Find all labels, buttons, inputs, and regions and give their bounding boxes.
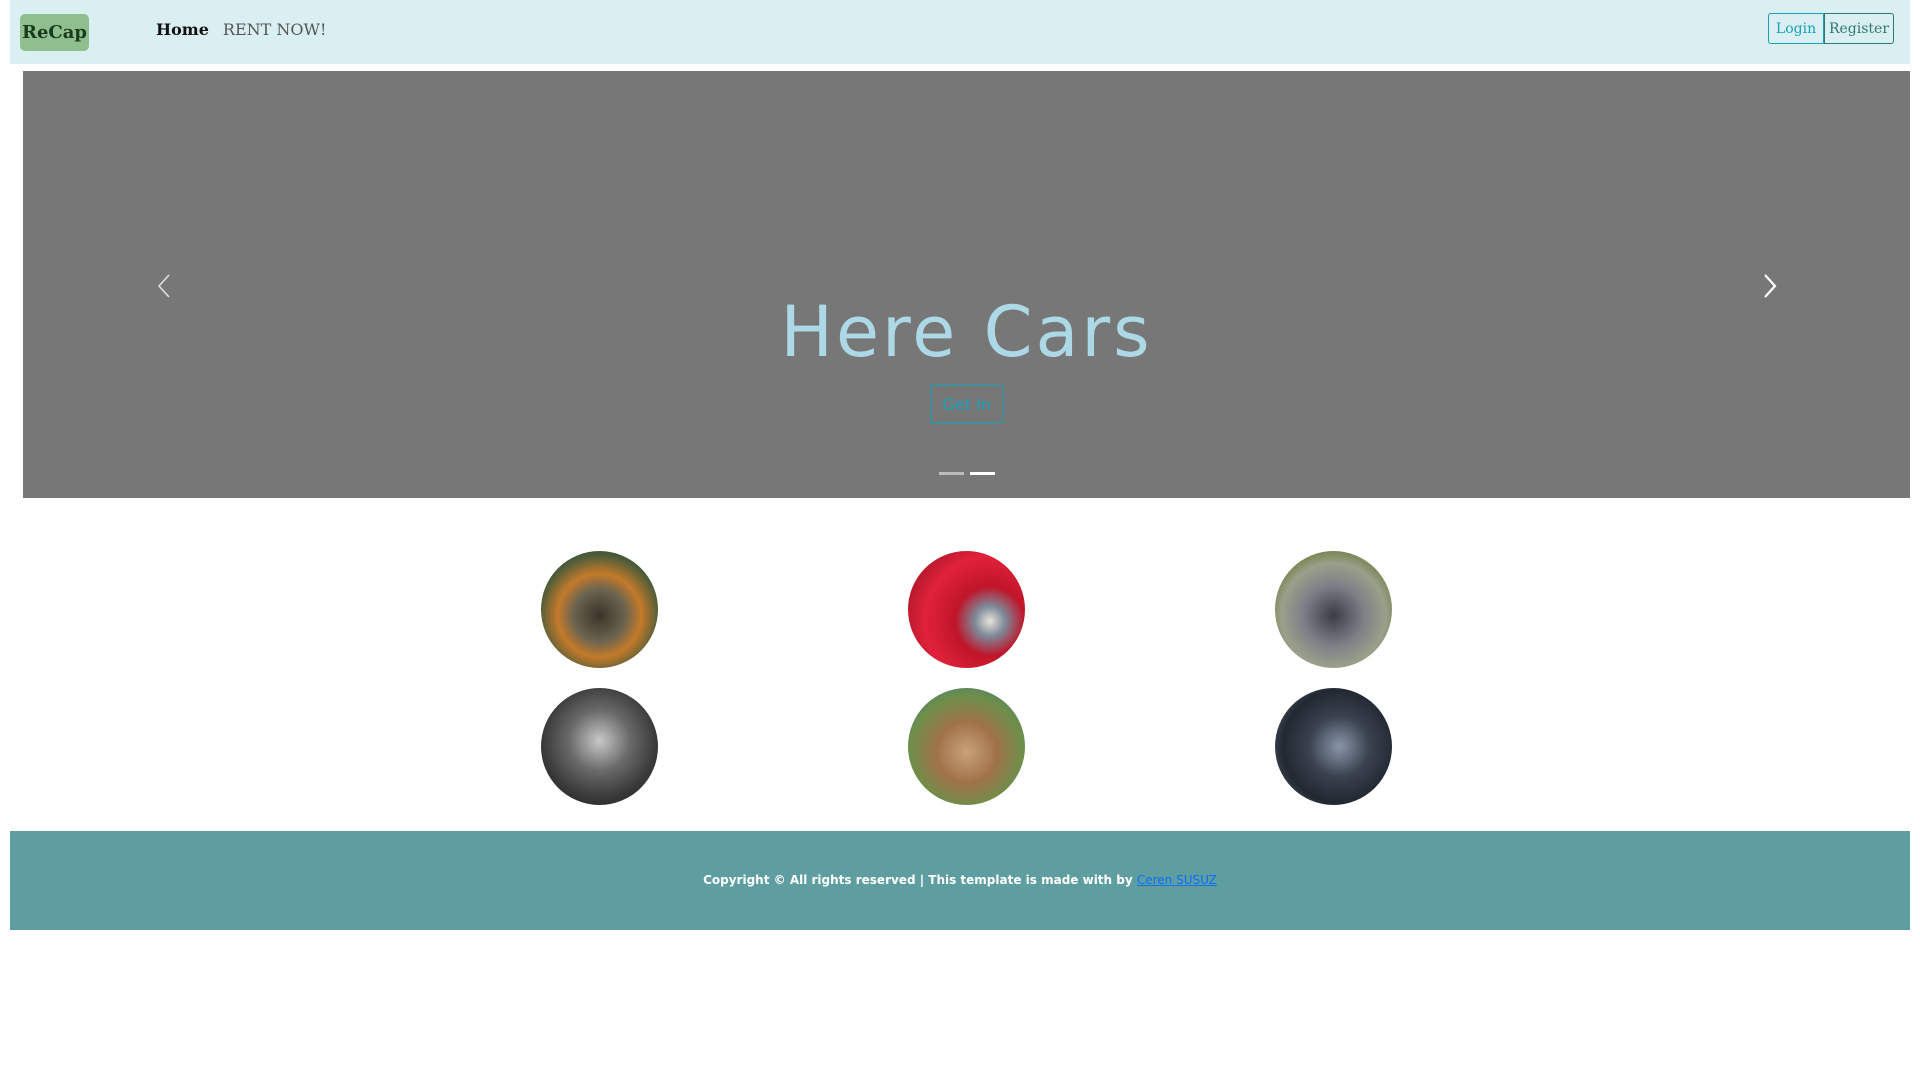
carousel-indicator-2[interactable] (970, 472, 995, 475)
car-image-1[interactable] (541, 551, 658, 668)
auth-buttons: Login Register (1768, 13, 1894, 44)
car-image-2[interactable] (908, 551, 1025, 668)
footer-author-link[interactable]: Ceren SUSUZ (1137, 873, 1217, 887)
hero-carousel: Here Cars Get In (23, 71, 1910, 498)
nav-links: Home RENT NOW! (156, 20, 326, 39)
login-button[interactable]: Login (1768, 13, 1824, 44)
register-button[interactable]: Register (1824, 13, 1894, 44)
car-image-6[interactable] (1275, 688, 1392, 805)
footer-copyright: Copyright © All rights reserved | This t… (10, 873, 1910, 887)
navbar: ReCap Home RENT NOW! Login Register (10, 0, 1910, 64)
get-in-button[interactable]: Get In (930, 384, 1003, 424)
carousel-indicator-1[interactable] (939, 472, 964, 475)
nav-link-rent-now[interactable]: RENT NOW! (223, 20, 326, 39)
footer-copyright-text: Copyright © All rights reserved | This t… (703, 873, 1137, 887)
car-image-3[interactable] (1275, 551, 1392, 668)
car-image-4[interactable] (541, 688, 658, 805)
hero-title: Here Cars (780, 291, 1153, 373)
brand-logo[interactable]: ReCap (20, 14, 89, 51)
nav-link-home[interactable]: Home (156, 20, 209, 39)
carousel-indicators (939, 472, 995, 475)
footer: Copyright © All rights reserved | This t… (10, 831, 1910, 930)
car-image-5[interactable] (908, 688, 1025, 805)
